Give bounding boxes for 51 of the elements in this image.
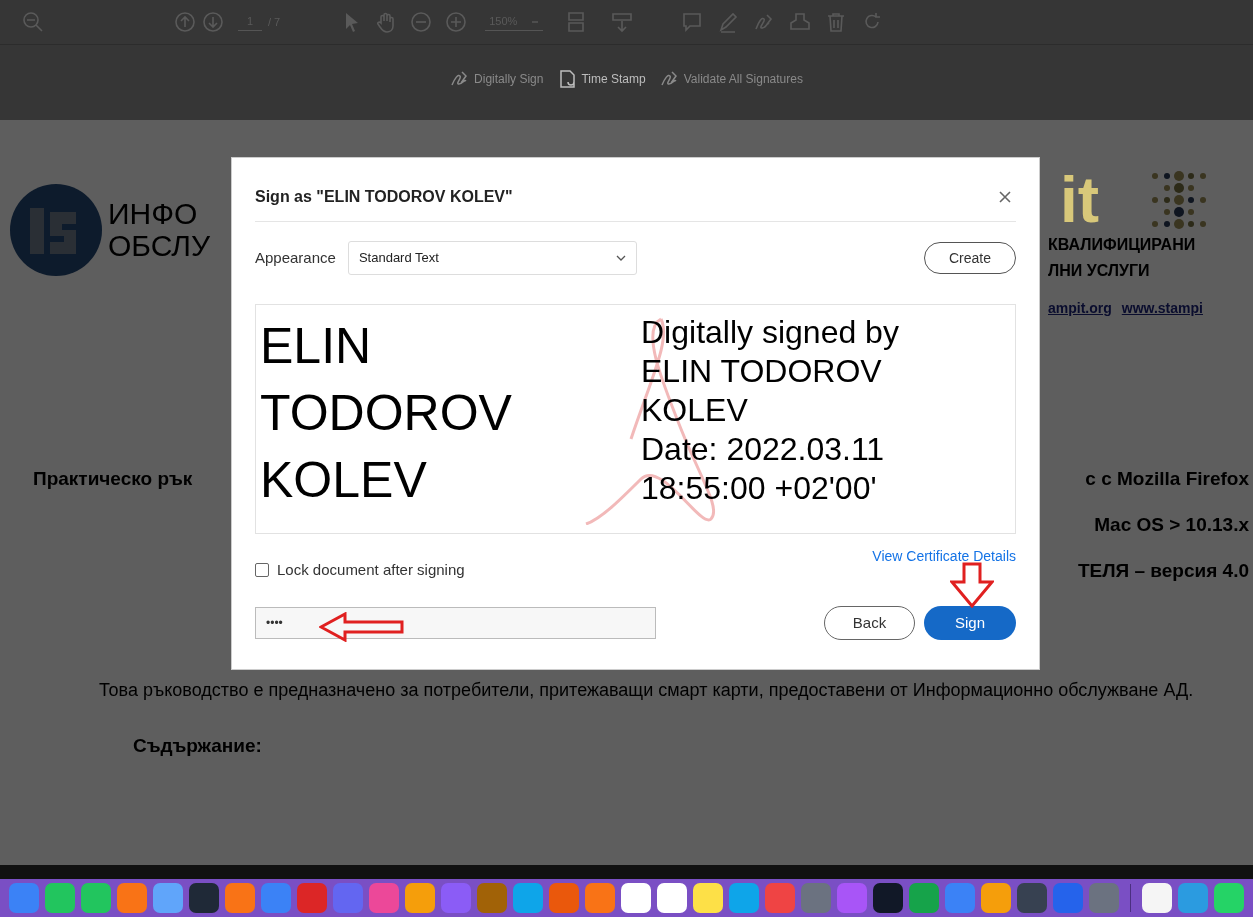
signature-details: Date: 2022.03.11	[641, 430, 886, 469]
pin-field[interactable]: ••••	[255, 607, 656, 639]
logo-icon	[8, 182, 104, 278]
heading-text: с с Mozilla Firefox	[1085, 467, 1249, 491]
signature-details: KOLEV	[641, 391, 749, 430]
app-icon[interactable]	[872, 882, 904, 914]
certificate-link[interactable]: View Certificate Details	[872, 546, 1016, 567]
comment-icon[interactable]	[681, 11, 704, 33]
heading-text: ТЕЛЯ – версия 4.0	[1077, 559, 1249, 583]
appearance-label: Appearance	[255, 247, 336, 268]
signature-details: ELIN TODOROV	[641, 352, 883, 391]
section-title: Съдържание:	[133, 734, 263, 758]
logo-text: it	[1060, 168, 1100, 232]
appearance-dropdown[interactable]: Standard Text	[347, 241, 637, 275]
heading-text: Практическо рък	[33, 467, 193, 491]
heading-text: Mac OS > 10.13.x	[1094, 513, 1249, 537]
zoom-out-icon[interactable]	[22, 11, 44, 33]
app-icon[interactable]	[188, 882, 220, 914]
app-icon[interactable]	[1141, 882, 1173, 914]
paragraph-text: Това ръководство е предназначено за потребители, притежаващи смарт карти, предоставени от Информационно обслужване АД.	[98, 679, 1195, 702]
signature-details: Digitally signed by	[641, 313, 899, 352]
app-icon[interactable]	[1213, 882, 1245, 914]
dialog-title: Sign as "ELIN TODOROV KOLEV"	[255, 186, 513, 207]
app-icon[interactable]	[80, 882, 112, 914]
logo-text: ОБСЛУ	[108, 230, 211, 262]
annotation-arrow	[950, 562, 994, 608]
zoom-plus-icon[interactable]	[445, 11, 468, 33]
signature-name: TODOROV	[260, 384, 513, 443]
app-icon[interactable]	[980, 882, 1012, 914]
document-clock-icon	[557, 68, 578, 89]
app-icon[interactable]	[620, 882, 652, 914]
website-link[interactable]: www.stampi	[1121, 298, 1203, 319]
signature-details: 18:55:00 +02'00'	[641, 469, 878, 508]
signature-name: ELIN	[260, 317, 373, 376]
pen-icon[interactable]	[717, 11, 740, 33]
app-icon[interactable]	[404, 882, 436, 914]
zoom-minus-icon[interactable]	[410, 11, 433, 33]
close-icon[interactable]	[998, 189, 1012, 204]
lock-checkbox[interactable]: Lock document after signing	[255, 558, 465, 582]
app-icon[interactable]	[44, 882, 76, 914]
sign-button[interactable]: Sign	[924, 606, 1016, 640]
signature-name: KOLEV	[260, 451, 428, 510]
scroll-mode-icon[interactable]	[611, 11, 634, 33]
logo-text: КВАЛИФИЦИРАНИ	[1048, 235, 1196, 255]
logo-text: ИНФО	[108, 198, 199, 230]
app-icon[interactable]	[692, 882, 724, 914]
signature-tool-button[interactable]: Time Stamp	[557, 68, 646, 89]
app-icon[interactable]	[656, 882, 688, 914]
website-link[interactable]: ampit.org	[1048, 298, 1112, 319]
stamp-icon[interactable]	[789, 11, 812, 33]
logo-text: ЛНИ УСЛУГИ	[1048, 261, 1150, 281]
